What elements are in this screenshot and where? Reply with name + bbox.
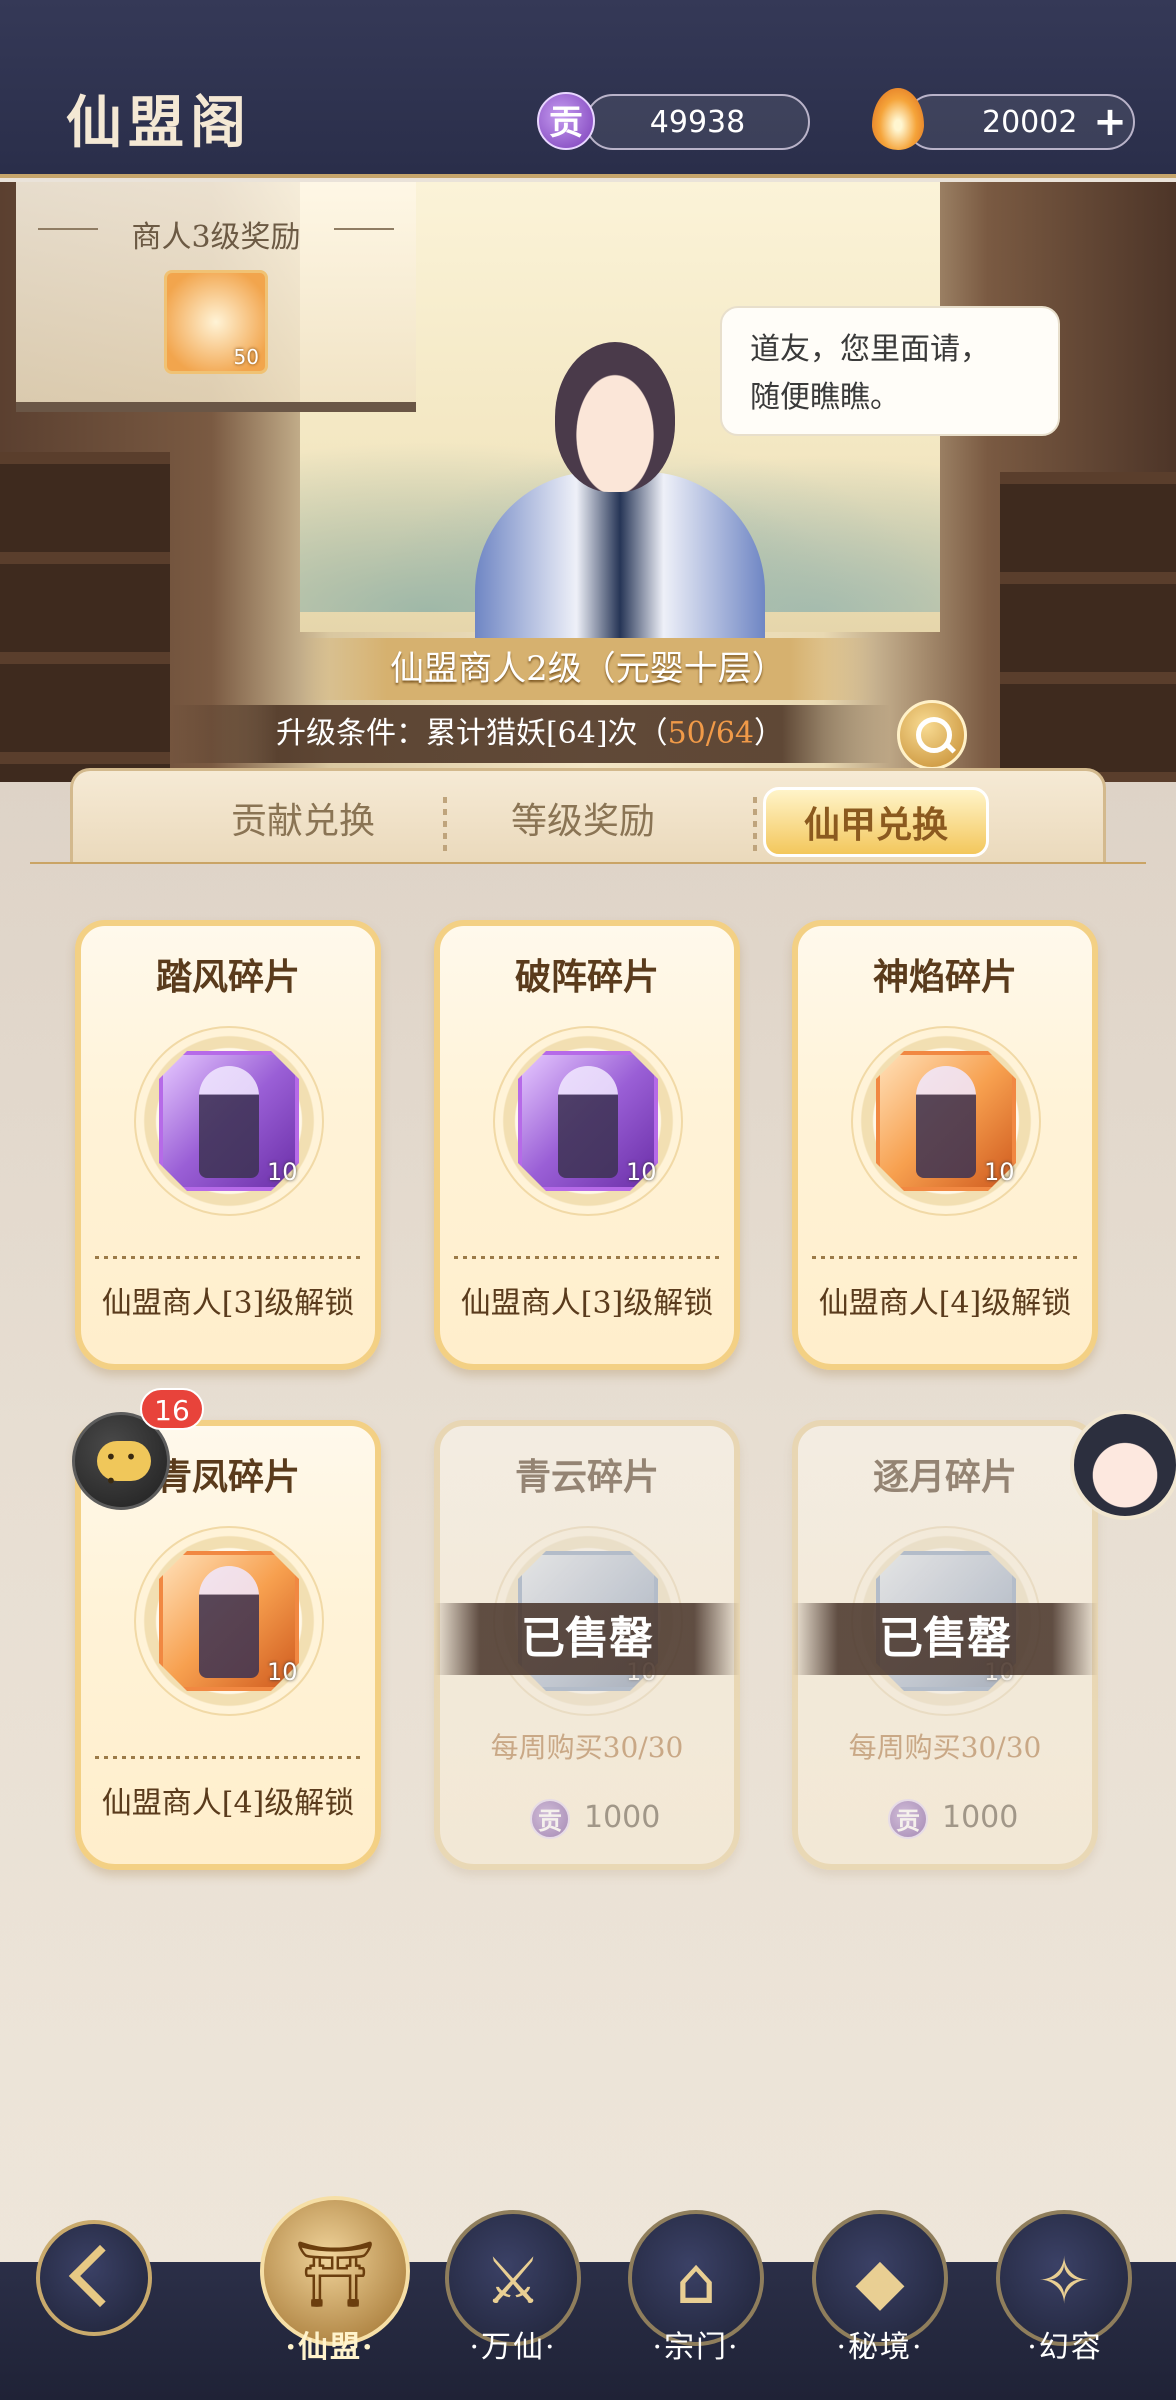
top-bar: 仙盟阁 49938 贡 20002 + [0, 0, 1176, 178]
shop-card-shenyan[interactable]: 神焰碎片 10 仙盟商人[4]级解锁 [792, 920, 1098, 1370]
armor-figure [199, 1566, 259, 1678]
weekly-limit: 每周购买30/30 [848, 1731, 1042, 1764]
contribution-value: 49938 [649, 104, 746, 140]
reward-title: 商人3级奖励 [131, 220, 301, 255]
card-price: 贡 1000 [530, 1796, 660, 1840]
card-unlock-condition: 仙盟商人[3]级解锁 [101, 1286, 355, 1321]
upgrade-suffix: ） [754, 716, 785, 751]
shop-card-tafeng[interactable]: 踏风碎片 10 仙盟商人[3]级解锁 [75, 920, 381, 1370]
add-currency-button[interactable]: + [1088, 100, 1132, 144]
gate-icon: ⛩ [294, 2238, 376, 2312]
gong-currency-icon: 贡 [537, 92, 595, 150]
card-quantity: 10 [984, 1158, 1015, 1186]
card-unlock-condition: 仙盟商人[4]级解锁 [818, 1286, 1072, 1321]
merchant-body [475, 472, 765, 652]
speech-line-1: 道友，您里面请， [750, 332, 990, 367]
divider [30, 862, 1146, 864]
tab-contribution-exchange[interactable]: 贡献兑换 [153, 787, 453, 857]
card-unlock-condition: 仙盟商人[3]级解锁 [460, 1286, 714, 1321]
card-name: 逐月碎片 [872, 1456, 1017, 1498]
unread-badge: 16 [140, 1388, 204, 1430]
price-value: 1000 [584, 1800, 661, 1835]
merchant-level-banner: 仙盟商人2级（元婴十层） [300, 638, 876, 700]
tab-separator [753, 797, 757, 853]
armor-figure [916, 1066, 976, 1178]
card-name: 踏风碎片 [155, 956, 300, 998]
card-divider [95, 1756, 361, 1759]
armor-figure [558, 1066, 618, 1178]
reward-count: 50 [233, 345, 259, 369]
card-name: 青云碎片 [514, 1456, 659, 1498]
card-name: 破阵碎片 [514, 956, 659, 998]
gong-currency-icon: 贡 [530, 1798, 570, 1839]
card-divider [454, 1256, 720, 1259]
card-quantity: 10 [626, 1158, 657, 1186]
contribution-counter: 49938 [585, 94, 810, 150]
upgrade-prefix: 升级条件：累计猎妖[64]次（ [275, 716, 668, 751]
flame-item-icon[interactable]: 50 [164, 270, 268, 374]
merchant-head [555, 342, 675, 492]
back-arrow-icon[interactable] [36, 2220, 152, 2336]
soldout-label: 已售罄 [434, 1603, 740, 1675]
merchant-speech-bubble: 道友，您里面请， 随便瞧瞧。 [720, 306, 1060, 436]
speech-line-2: 随便瞧瞧。 [750, 380, 900, 415]
card-quantity: 10 [267, 1658, 298, 1686]
armor-figure [199, 1066, 259, 1178]
card-price: 贡 1000 [888, 1796, 1018, 1840]
nav-label-huanrong: ·幻容 [1027, 2330, 1103, 2365]
upgrade-condition: 升级条件：累计猎妖[64]次（50/64） [170, 705, 890, 763]
nav-label-xianmeng: ·仙盟· [285, 2330, 375, 2365]
nav-label-mijing: ·秘境· [836, 2330, 924, 2365]
nav-label-wanxian: ·万仙· [469, 2330, 557, 2365]
merchant-reward-box[interactable]: 商人3级奖励 50 [16, 182, 416, 412]
tab-level-rewards[interactable]: 等级奖励 [433, 787, 733, 857]
search-icon[interactable] [897, 700, 967, 770]
companion-avatar[interactable] [1070, 1410, 1176, 1520]
soldout-label: 已售罄 [792, 1603, 1098, 1675]
tab-armor-exchange[interactable]: 仙甲兑换 [763, 787, 989, 857]
card-quantity: 10 [267, 1158, 298, 1186]
weekly-limit: 每周购买30/30 [490, 1731, 684, 1764]
spirit-value: 20002 [982, 104, 1078, 140]
shelf-left [0, 452, 170, 782]
chat-icon [97, 1441, 151, 1493]
card-divider [812, 1256, 1078, 1259]
price-value: 1000 [942, 1800, 1019, 1835]
card-divider [95, 1256, 361, 1259]
card-name: 神焰碎片 [872, 956, 1017, 998]
tab-bar: 贡献兑换 等级奖励 仙甲兑换 [70, 768, 1106, 864]
shop-card-pozhen[interactable]: 破阵碎片 10 仙盟商人[3]级解锁 [434, 920, 740, 1370]
upgrade-progress: 50/64 [667, 716, 755, 751]
gong-currency-icon: 贡 [888, 1798, 928, 1839]
card-unlock-condition: 仙盟商人[4]级解锁 [101, 1786, 355, 1821]
shelf-right [1000, 472, 1176, 782]
flame-currency-icon [872, 88, 924, 150]
nav-label-zongmen: ·宗门· [652, 2330, 740, 2365]
page-title: 仙盟阁 [66, 90, 252, 156]
